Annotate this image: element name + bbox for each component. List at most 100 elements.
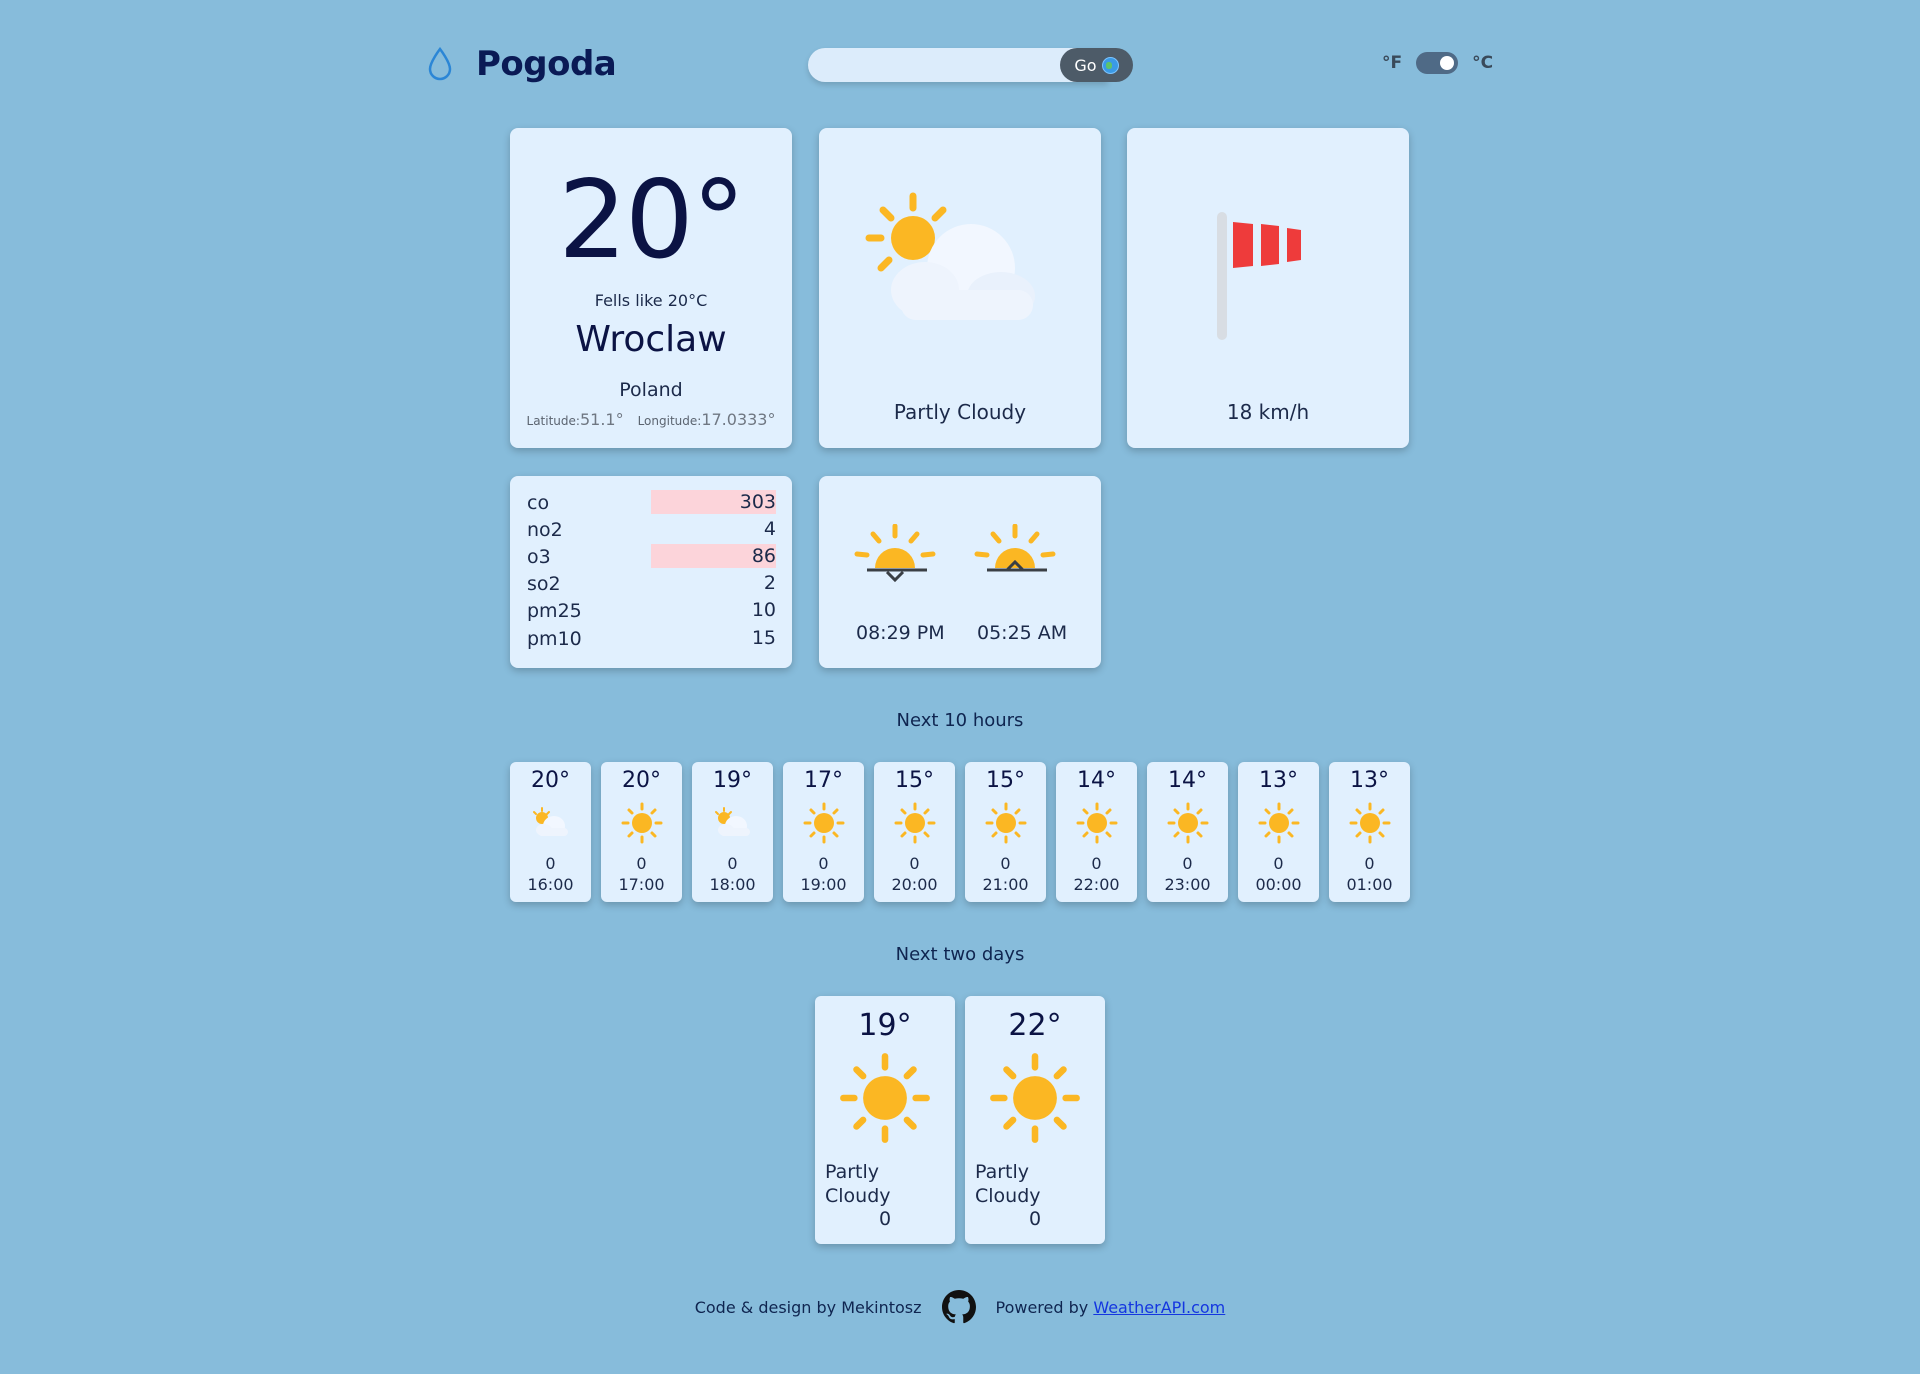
aq-row-pm10: pm10 15 — [527, 626, 776, 652]
windsock-icon — [1217, 212, 1301, 340]
aq-row-so2: so2 2 — [527, 571, 776, 597]
hour-time: 18:00 — [709, 875, 756, 894]
hour-precip: 0 — [1091, 854, 1102, 873]
hour-precip: 0 — [1273, 854, 1284, 873]
hour-card: 20° 0 17:00 — [601, 762, 682, 902]
sun-icon — [1076, 802, 1118, 844]
condition-card: Partly Cloudy — [819, 128, 1101, 448]
sun-icon — [1349, 802, 1391, 844]
hour-temp: 20° — [622, 768, 661, 793]
partly-cloudy-icon — [865, 192, 1035, 320]
day-card: 22° Partly Cloudy 0 — [965, 996, 1105, 1244]
aq-key: pm10 — [527, 628, 582, 650]
aq-row-pm25: pm25 10 — [527, 598, 776, 624]
hour-card: 14° 0 23:00 — [1147, 762, 1228, 902]
hour-time: 19:00 — [800, 875, 847, 894]
hour-card: 15° 0 21:00 — [965, 762, 1046, 902]
hour-time: 21:00 — [982, 875, 1029, 894]
water-drop-icon — [428, 47, 452, 81]
aq-key: co — [527, 492, 550, 514]
hour-temp: 19° — [713, 768, 752, 793]
longitude-value: 17.0333° — [701, 410, 776, 429]
logo[interactable]: Pogoda — [426, 44, 617, 84]
sun-icon — [894, 802, 936, 844]
day-icon-wrap — [839, 1052, 931, 1144]
longitude-label: Longitude: — [637, 414, 702, 428]
github-icon[interactable] — [941, 1290, 976, 1324]
hour-time: 22:00 — [1073, 875, 1120, 894]
hour-icon-wrap — [1258, 802, 1300, 844]
aq-value: 4 — [763, 518, 776, 540]
day-temp: 22° — [1008, 1008, 1062, 1043]
header: Pogoda Go °F °C — [0, 0, 1920, 130]
daily-title: Next two days — [895, 944, 1025, 965]
hour-card: 19° 0 18:00 — [692, 762, 773, 902]
wind-speed: 18 km/h — [1226, 400, 1310, 424]
hour-precip: 0 — [1182, 854, 1193, 873]
sun-icon — [1167, 802, 1209, 844]
aq-row-o3: o3 86 — [527, 544, 776, 570]
hour-temp: 13° — [1259, 768, 1298, 793]
country-name: Poland — [619, 379, 683, 401]
hour-icon-wrap — [894, 802, 936, 844]
aq-value: 10 — [751, 599, 776, 621]
hour-time: 17:00 — [618, 875, 665, 894]
sun-icon — [990, 1053, 1080, 1143]
hour-card: 13° 0 00:00 — [1238, 762, 1319, 902]
sunset-icon — [854, 524, 936, 583]
partly-cloudy-icon — [715, 807, 750, 836]
feels-like: Fells like 20°C — [594, 291, 708, 310]
unit-fahrenheit-label: °F — [1382, 53, 1403, 73]
hour-precip: 0 — [545, 854, 556, 873]
day-card: 19° Partly Cloudy 0 — [815, 996, 955, 1244]
sun-icon — [621, 802, 663, 844]
hour-temp: 17° — [804, 768, 843, 793]
hour-icon-wrap — [803, 802, 845, 844]
sun-icon — [840, 1053, 930, 1143]
brand-name: Pogoda — [476, 44, 617, 84]
hour-time: 01:00 — [1346, 875, 1393, 894]
hour-card: 20° 0 16:00 — [510, 762, 591, 902]
hour-icon-wrap — [712, 802, 754, 844]
current-temp-card: 20° Fells like 20°C Wroclaw Poland Latit… — [510, 128, 792, 448]
unit-switch[interactable] — [1416, 52, 1459, 74]
hour-time: 23:00 — [1164, 875, 1211, 894]
go-button[interactable]: Go — [1060, 48, 1133, 82]
footer: Code & design by Mekintosz Powered by We… — [0, 1290, 1920, 1324]
hour-time: 00:00 — [1255, 875, 1302, 894]
hour-temp: 13° — [1350, 768, 1389, 793]
day-temp: 19° — [858, 1008, 912, 1043]
aq-value: 303 — [651, 490, 776, 514]
hour-temp: 14° — [1168, 768, 1207, 793]
unit-celsius-label: °C — [1472, 53, 1494, 73]
hour-precip: 0 — [1000, 854, 1011, 873]
hour-card: 17° 0 19:00 — [783, 762, 864, 902]
sun-icon — [1258, 802, 1300, 844]
hour-time: 16:00 — [527, 875, 574, 894]
day-icon-wrap — [989, 1052, 1081, 1144]
powered-by-text: Powered by — [995, 1297, 1089, 1317]
aq-value: 15 — [751, 627, 776, 649]
hour-precip: 0 — [1364, 854, 1375, 873]
hour-precip: 0 — [818, 854, 829, 873]
hour-time: 20:00 — [891, 875, 938, 894]
globe-icon — [1101, 56, 1119, 74]
hour-card: 13° 0 01:00 — [1329, 762, 1410, 902]
weatherapi-link[interactable]: WeatherAPI.com — [1093, 1298, 1225, 1317]
day-precip: 0 — [1028, 1208, 1042, 1230]
hour-precip: 0 — [636, 854, 647, 873]
hour-temp: 14° — [1077, 768, 1116, 793]
day-precip: 0 — [878, 1208, 892, 1230]
aq-value: 2 — [763, 572, 776, 594]
search-bar: Go — [808, 48, 1133, 82]
partly-cloudy-icon — [533, 807, 568, 836]
hour-icon-wrap — [621, 802, 663, 844]
credit-text: Code & design by Mekintosz — [694, 1297, 922, 1317]
hour-precip: 0 — [727, 854, 738, 873]
current-temperature: 20° — [558, 158, 745, 283]
hourly-title: Next 10 hours — [896, 710, 1024, 731]
day-condition: Partly Cloudy — [975, 1161, 1041, 1207]
day-condition: Partly Cloudy — [825, 1161, 891, 1207]
aq-row-co: co 303 — [527, 490, 776, 516]
sun-icon — [985, 802, 1027, 844]
